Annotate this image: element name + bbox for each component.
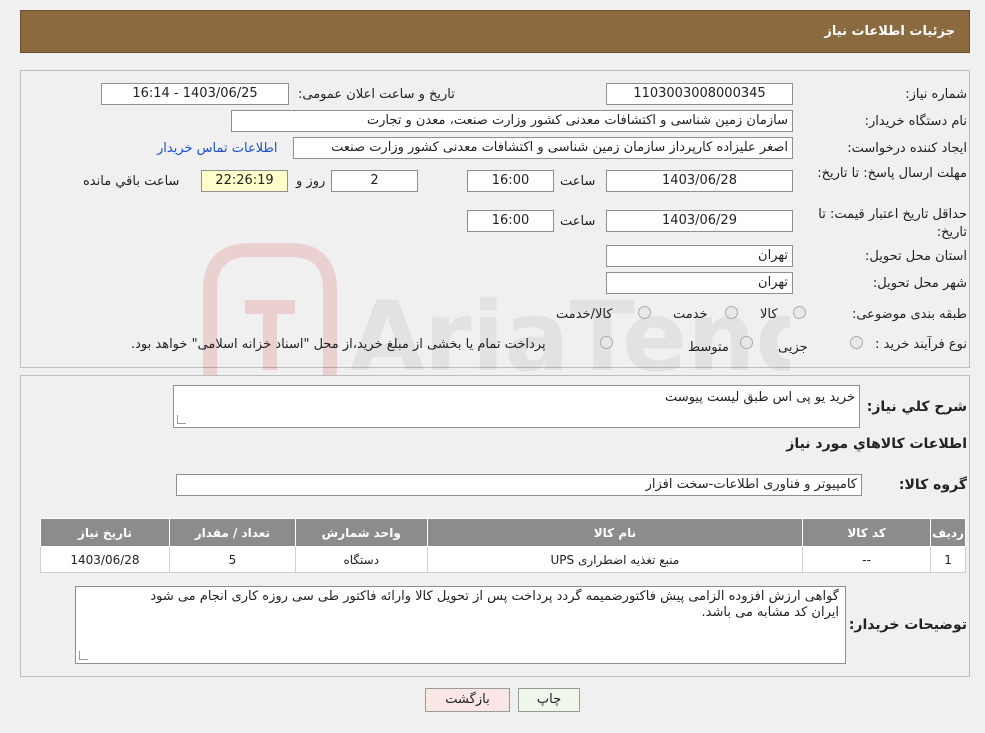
col-quantity: تعداد / مقدار	[168, 518, 296, 547]
resize-grip-icon[interactable]	[79, 651, 88, 660]
goods-group-field[interactable]: کامپیوتر و فناوری اطلاعات-سخت افزار	[176, 474, 862, 496]
col-need-date: تاریخ نیاز	[40, 518, 170, 547]
cell-goods-name: منبع تغذیه اضطراری UPS	[426, 546, 804, 573]
summary-label: شرح کلي نياز:	[866, 399, 967, 415]
category-radio-service[interactable]	[725, 306, 738, 319]
back-button[interactable]: بازگشت	[425, 688, 510, 712]
need-number-field[interactable]: 1103003008000345	[606, 83, 793, 105]
process-option-medium: متوسط	[688, 340, 729, 355]
cell-goods-code: --	[802, 546, 932, 573]
need-number-label: شماره نیاز:	[905, 87, 967, 102]
announce-datetime-label: تاریخ و ساعت اعلان عمومی:	[298, 87, 455, 102]
page-header: جزئیات اطلاعات نیاز	[20, 10, 970, 53]
payment-treasury-checkbox[interactable]	[600, 336, 613, 349]
announce-datetime-field[interactable]: 1403/06/25 - 16:14	[101, 83, 289, 105]
category-option-goods: کالا	[760, 307, 778, 322]
buyer-notes-line-1: گواهی ارزش افزوده الزامی پیش فاکتورضمیمه…	[150, 589, 839, 604]
col-goods-name: نام کالا	[426, 518, 804, 547]
category-radio-goods[interactable]	[793, 306, 806, 319]
goods-table: ردیف کد کالا نام کالا واحد شمارش تعداد /…	[40, 518, 966, 573]
days-remaining-field[interactable]: 2	[331, 170, 418, 192]
col-goods-code: کد کالا	[802, 518, 932, 547]
summary-text: خرید یو پی اس طبق لیست پیوست	[665, 390, 855, 405]
cell-quantity: 5	[168, 546, 296, 573]
validity-date-field[interactable]: 1403/06/29	[606, 210, 793, 232]
process-option-minor: جزیی	[778, 340, 808, 355]
province-field[interactable]: تهران	[606, 245, 793, 267]
city-label: شهر محل تحویل:	[872, 276, 967, 291]
buyer-org-label: نام دستگاه خریدار:	[864, 114, 967, 129]
page-title: جزئیات اطلاعات نیاز	[824, 24, 955, 39]
summary-textarea[interactable]: خرید یو پی اس طبق لیست پیوست	[173, 385, 860, 428]
goods-group-label: گروه کالا:	[898, 477, 967, 493]
category-radio-goods-service[interactable]	[638, 306, 651, 319]
buyer-notes-label: توضیحات خریدار:	[848, 617, 967, 633]
resize-grip-icon[interactable]	[177, 415, 186, 424]
creator-label: ایجاد کننده درخواست:	[847, 141, 967, 156]
category-option-service: خدمت	[673, 307, 708, 322]
print-button[interactable]: چاپ	[518, 688, 580, 712]
process-radio-minor[interactable]	[850, 336, 863, 349]
process-radio-medium[interactable]	[740, 336, 753, 349]
buyer-notes-line-2: ایران کد مشابه می باشد.	[701, 605, 839, 620]
validity-time-label: ساعت	[560, 214, 596, 229]
cell-unit: دستگاه	[294, 546, 428, 573]
province-label: استان محل تحویل:	[865, 249, 967, 264]
payment-note: پرداخت تمام یا بخشی از مبلغ خرید،از محل …	[131, 337, 546, 352]
cell-row-number: 1	[930, 546, 966, 573]
category-option-goods-service: کالا/خدمت	[556, 307, 613, 322]
table-row[interactable]: 1 -- منبع تغذیه اضطراری UPS دستگاه 5 140…	[40, 546, 966, 573]
category-label: طبقه بندی موضوعی:	[851, 307, 967, 322]
validity-time-field[interactable]: 16:00	[467, 210, 554, 232]
validity-label: حداقل تاریخ اعتبار قیمت: تا تاریخ:	[818, 207, 967, 240]
creator-field[interactable]: اصغر علیزاده کارپرداز سازمان زمین شناسی …	[293, 137, 793, 159]
deadline-time-label: ساعت	[560, 174, 596, 189]
process-type-label: نوع فرآیند خرید :	[875, 337, 967, 352]
buyer-org-field[interactable]: سازمان زمین شناسی و اکتشافات معدنی کشور …	[231, 110, 793, 132]
deadline-date-field[interactable]: 1403/06/28	[606, 170, 793, 192]
cell-need-date: 1403/06/28	[40, 546, 170, 573]
remaining-time-field: 22:26:19	[201, 170, 288, 192]
city-field[interactable]: تهران	[606, 272, 793, 294]
deadline-time-field[interactable]: 16:00	[467, 170, 554, 192]
goods-table-header: ردیف کد کالا نام کالا واحد شمارش تعداد /…	[40, 518, 966, 547]
days-label: روز و	[296, 174, 326, 189]
col-row-number: ردیف	[930, 518, 966, 547]
goods-info-title: اطلاعات کالاهاي مورد نياز	[786, 436, 967, 452]
buyer-contact-link[interactable]: اطلاعات تماس خریدار	[157, 141, 277, 156]
buyer-notes-textarea[interactable]: گواهی ارزش افزوده الزامی پیش فاکتورضمیمه…	[75, 586, 846, 664]
remaining-time-label: ساعت باقي مانده	[83, 174, 180, 189]
col-unit: واحد شمارش	[294, 518, 428, 547]
deadline-label: مهلت ارسال پاسخ: تا تاریخ:	[817, 166, 967, 181]
